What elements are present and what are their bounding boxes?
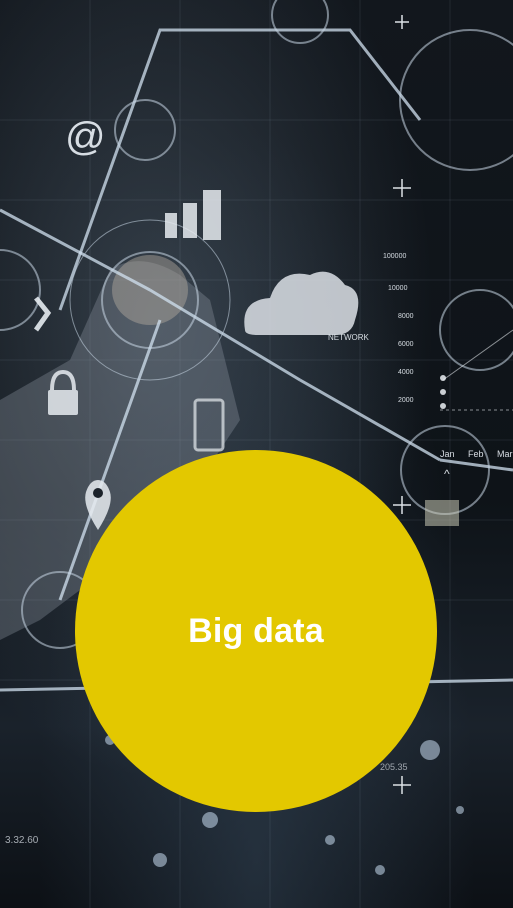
svg-text:^: ^: [444, 467, 450, 481]
bar-chart-icon: [165, 190, 221, 240]
ip-fragment: 205.35: [380, 762, 408, 772]
at-sign-icon: @: [65, 115, 106, 159]
hero-background: @ NETWORK 100000 10000 8000 6000 4000 20…: [0, 0, 513, 908]
axis-value: 6000: [398, 341, 414, 348]
month-label: Jan: [440, 449, 455, 459]
axis-value: 10000: [388, 285, 408, 292]
circle-label: Big data: [188, 611, 324, 650]
big-data-circle: Big data: [75, 450, 437, 812]
axis-value: 4000: [398, 369, 414, 376]
cloud-icon: [244, 271, 359, 335]
month-label: Mar: [497, 449, 513, 459]
network-label: NETWORK: [328, 333, 370, 342]
bottom-readout: 3.32.60: [5, 835, 39, 846]
month-label: Feb: [468, 449, 484, 459]
axis-value: 8000: [398, 313, 414, 320]
axis-value: 2000: [398, 397, 414, 404]
axis-value: 100000: [383, 253, 406, 260]
chevron-right-icon: [33, 296, 52, 332]
